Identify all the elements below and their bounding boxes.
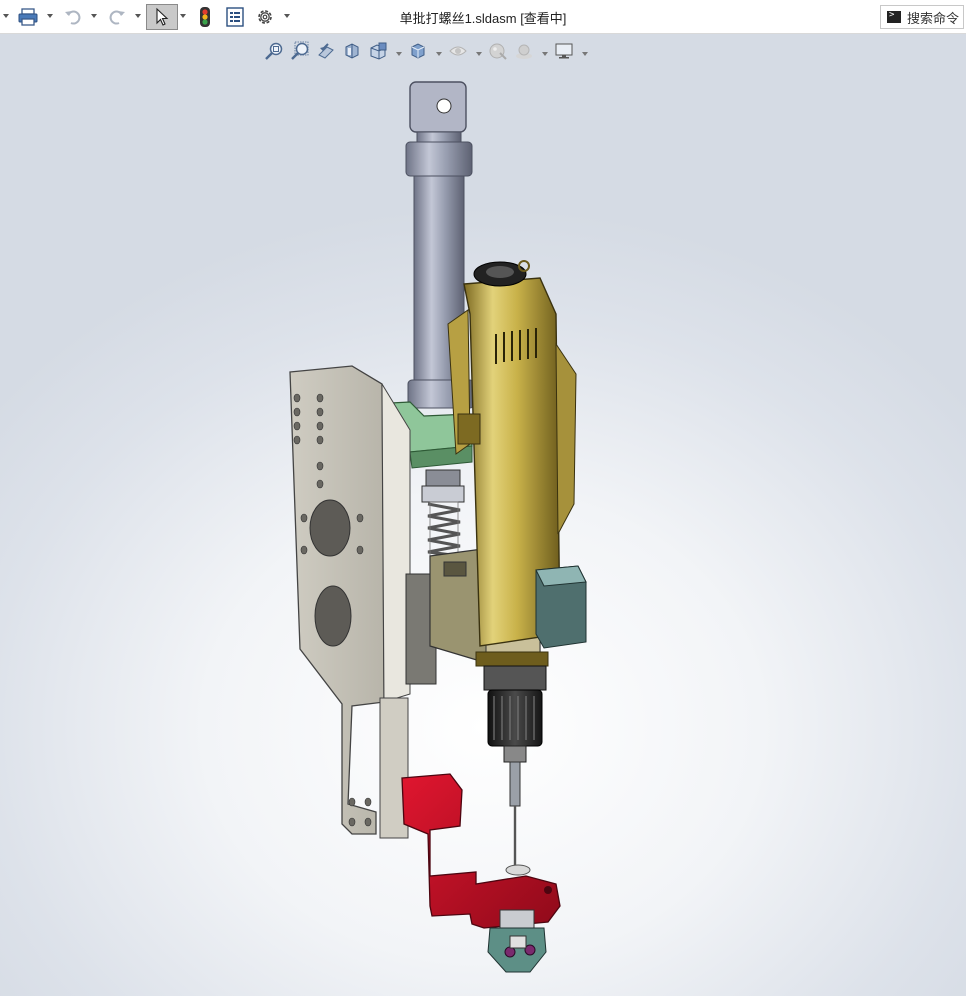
print-dropdown-caret[interactable] (47, 14, 53, 18)
title-bar: 单批打螺丝1.sldasm [查看中] 搜索命令 (0, 0, 966, 34)
redo-icon (107, 7, 127, 27)
document-title: 单批打螺丝1.sldasm [查看中] (399, 11, 567, 26)
rebuild-status-button[interactable] (193, 4, 217, 30)
graphics-area[interactable] (0, 34, 966, 996)
traffic-light-icon (198, 6, 212, 28)
options-dropdown-caret[interactable] (284, 14, 290, 18)
search-commands-box[interactable]: 搜索命令 (880, 5, 964, 29)
undo-dropdown-caret[interactable] (91, 14, 97, 18)
file-properties-icon (225, 7, 245, 27)
select-button[interactable] (146, 4, 178, 30)
side-block[interactable] (535, 565, 587, 649)
redo-button[interactable] (104, 4, 130, 30)
options-button[interactable] (252, 4, 278, 30)
command-prompt-icon (887, 10, 901, 23)
file-properties-button[interactable] (222, 4, 248, 30)
select-icon (154, 7, 170, 27)
redo-dropdown-caret[interactable] (135, 14, 141, 18)
print-button[interactable] (14, 4, 42, 30)
print-icon (17, 7, 39, 27)
bit-chuck[interactable] (483, 665, 547, 807)
mounting-plate[interactable] (289, 365, 411, 839)
undo-icon (63, 7, 83, 27)
screwdriver-assembly-model[interactable] (0, 34, 966, 996)
search-commands-label: 搜索命令 (907, 10, 960, 26)
red-arm[interactable] (401, 773, 561, 929)
select-dropdown-caret[interactable] (180, 14, 186, 18)
menu-expand-caret[interactable] (3, 14, 9, 18)
undo-button[interactable] (60, 4, 86, 30)
spring-assembly (421, 469, 465, 563)
options-gear-icon (255, 7, 275, 27)
